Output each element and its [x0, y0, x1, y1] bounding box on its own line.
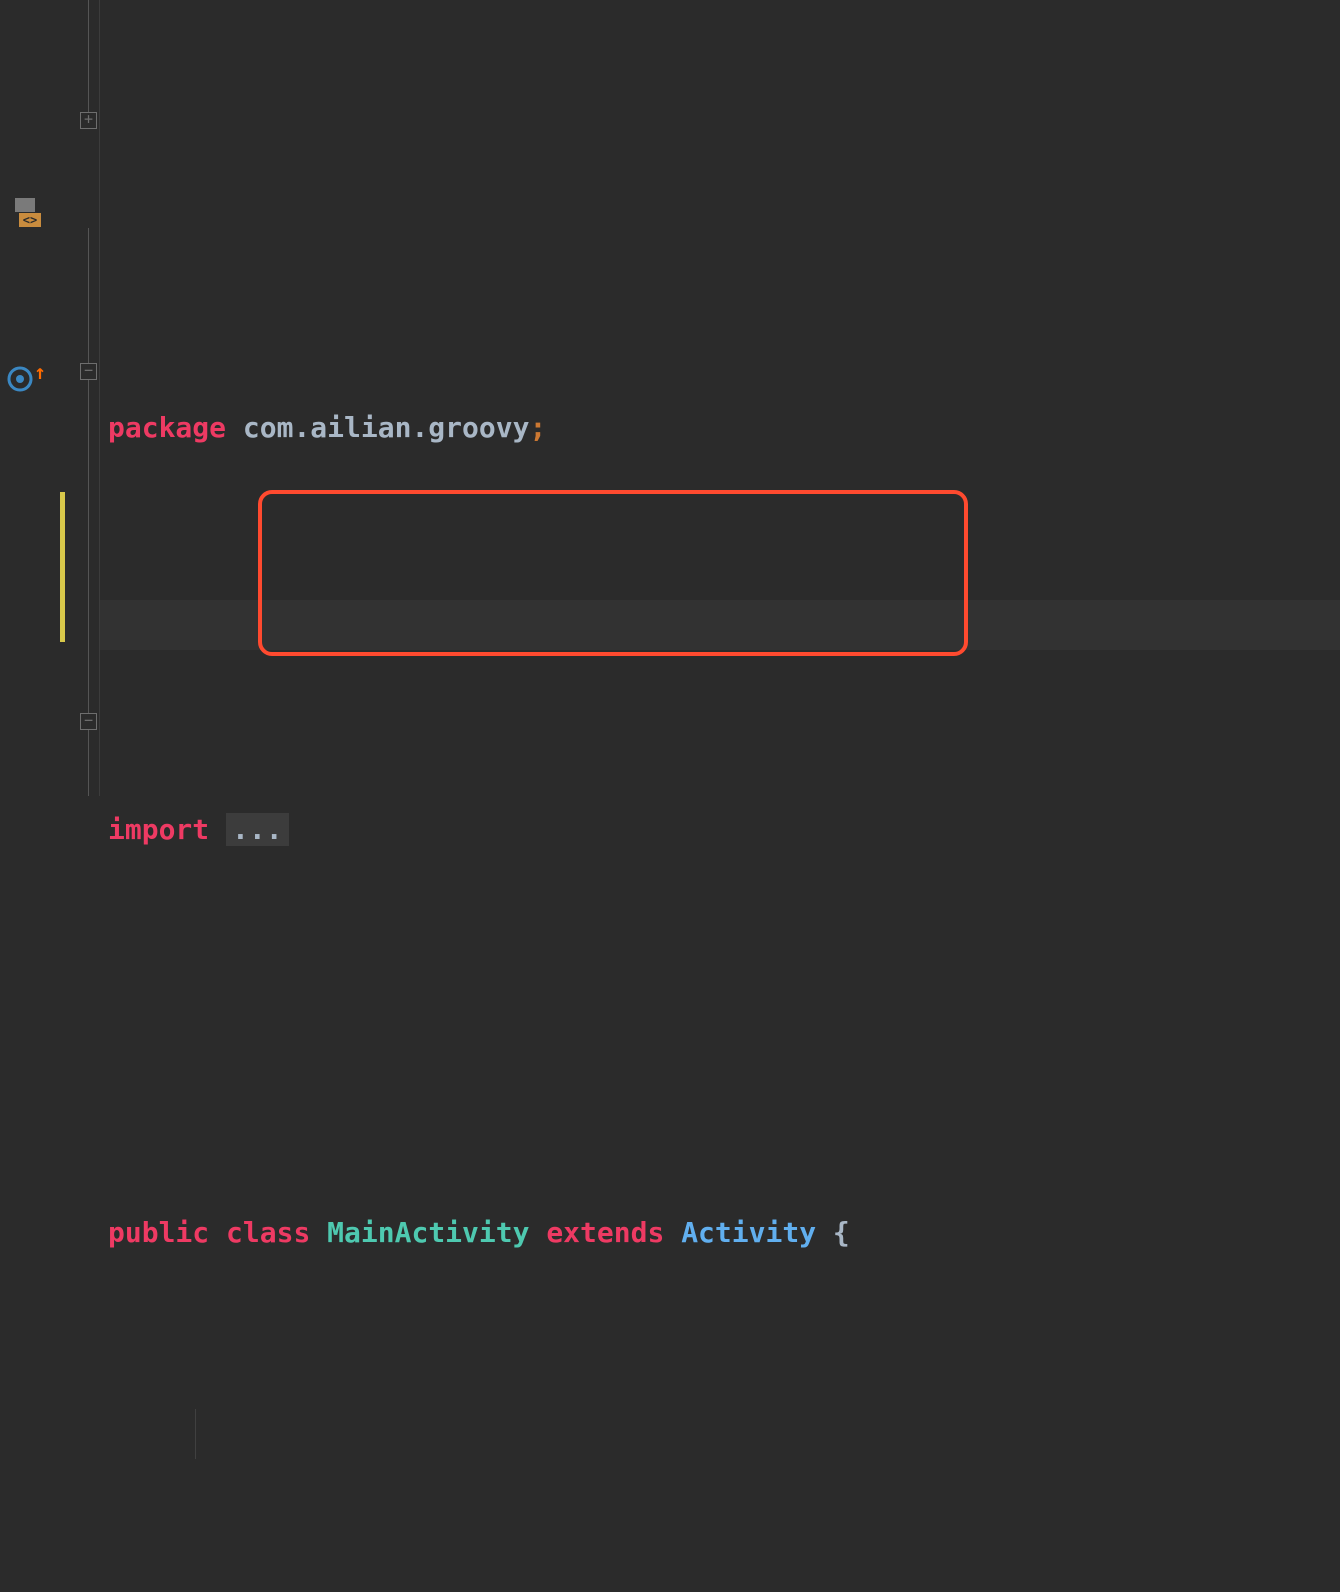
code-line: import ... — [100, 805, 1340, 855]
fold-expand-icon[interactable]: + — [80, 112, 97, 129]
fold-collapse-icon[interactable]: − — [80, 713, 97, 730]
semicolon: ; — [529, 411, 546, 444]
keyword-import: import — [108, 813, 209, 846]
code-area[interactable]: package com.ailian.groovy; import ... pu… — [100, 0, 1340, 796]
svg-text:<>: <> — [23, 213, 37, 227]
code-line: package com.ailian.groovy; — [100, 403, 1340, 453]
keyword-extends: extends — [546, 1216, 664, 1249]
parent-class: Activity — [681, 1216, 816, 1249]
change-marker — [60, 492, 65, 642]
code-editor[interactable]: + − − <> ↑ package com.ailian.groovy; im… — [0, 0, 1340, 796]
code-line — [100, 1409, 1340, 1459]
keyword-package: package — [108, 411, 226, 444]
brace: { — [833, 1216, 850, 1249]
class-name: MainActivity — [327, 1216, 529, 1249]
open-file-icon[interactable]: <> — [11, 196, 45, 230]
fold-collapse-icon[interactable]: − — [80, 363, 97, 380]
override-icon[interactable] — [7, 358, 33, 384]
gutter: + − − <> ↑ — [0, 0, 100, 796]
navigate-up-icon[interactable]: ↑ — [34, 354, 46, 390]
code-line — [100, 1007, 1340, 1057]
folded-imports[interactable]: ... — [226, 813, 289, 846]
fold-line — [88, 0, 89, 112]
keyword-class: class — [226, 1216, 310, 1249]
code-line — [100, 604, 1340, 654]
keyword-public: public — [108, 1216, 209, 1249]
code-line: public class MainActivity extends Activi… — [100, 1208, 1340, 1258]
package-name: com.ailian.groovy — [243, 411, 530, 444]
